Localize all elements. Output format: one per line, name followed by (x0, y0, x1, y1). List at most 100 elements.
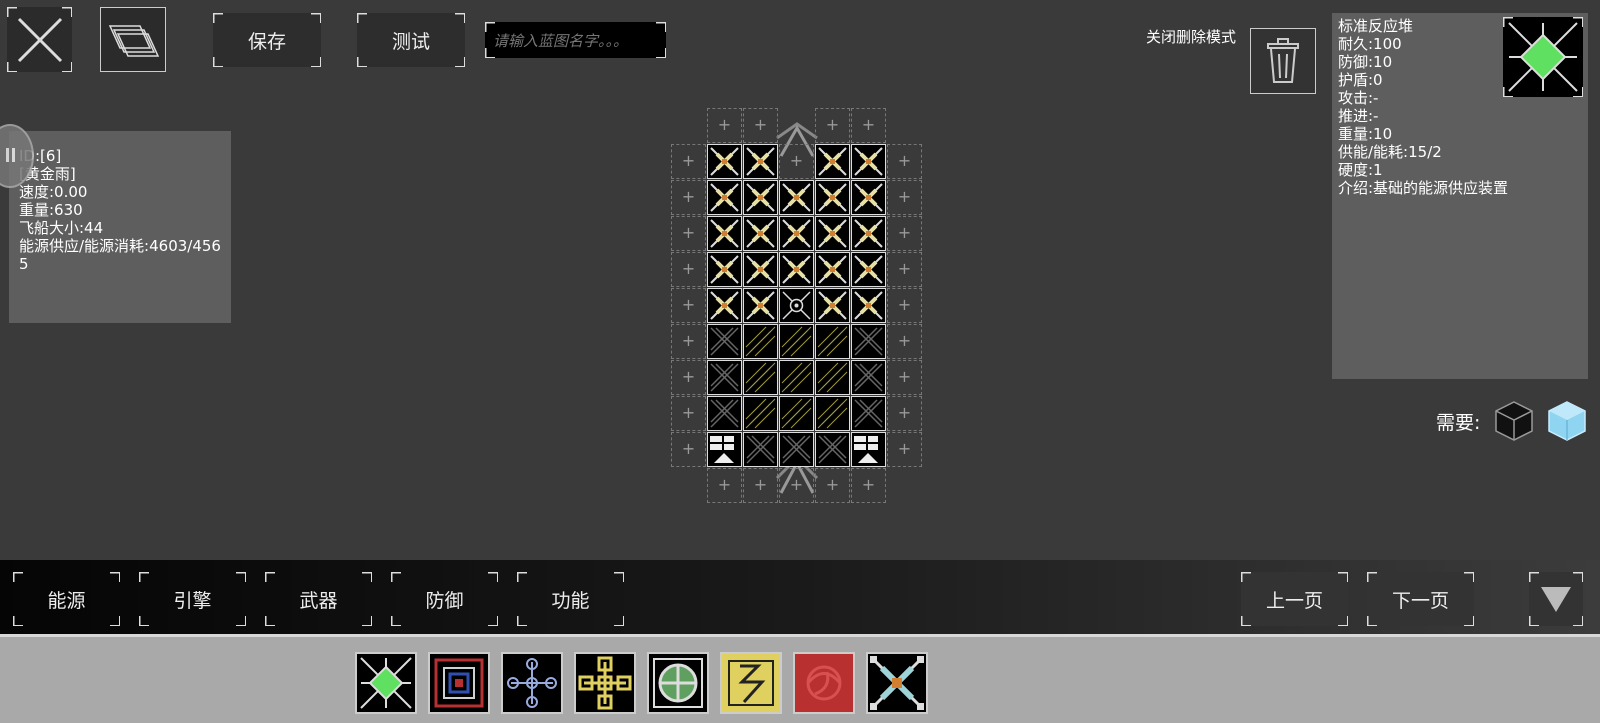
reactor-part[interactable] (815, 144, 850, 179)
empty-slot[interactable] (779, 144, 814, 179)
structure-part[interactable] (707, 396, 742, 431)
empty-slot[interactable] (815, 108, 850, 143)
armor-part[interactable] (815, 324, 850, 359)
save-button[interactable]: 保存 (213, 13, 321, 67)
reactor-part[interactable] (851, 216, 886, 251)
structure-part[interactable] (707, 360, 742, 395)
reactor-part[interactable] (851, 180, 886, 215)
empty-slot[interactable] (887, 144, 922, 179)
empty-slot[interactable] (671, 288, 706, 323)
empty-slot[interactable] (887, 360, 922, 395)
reactor-part[interactable] (743, 252, 778, 287)
engine-part[interactable] (851, 432, 886, 467)
structure-part[interactable] (815, 432, 850, 467)
structure-part[interactable] (707, 324, 742, 359)
reactor-part[interactable] (707, 252, 742, 287)
empty-slot[interactable] (887, 180, 922, 215)
empty-slot[interactable] (707, 468, 742, 503)
category-energy-tab[interactable]: 能源 (13, 572, 120, 626)
empty-slot[interactable] (671, 396, 706, 431)
reactor-part[interactable] (779, 252, 814, 287)
blueprint-name-input[interactable] (491, 27, 663, 55)
empty-slot[interactable] (887, 252, 922, 287)
reactor-part[interactable] (707, 216, 742, 251)
palette-slot[interactable] (647, 652, 709, 714)
reactor-part[interactable] (707, 180, 742, 215)
armor-part[interactable] (779, 324, 814, 359)
ship-info-line: 重量:630 (19, 201, 83, 219)
structure-part[interactable] (851, 324, 886, 359)
reactor-part[interactable] (815, 252, 850, 287)
part-info-line: 重量:10 (1338, 125, 1393, 143)
armor-part[interactable] (743, 360, 778, 395)
reactor-part[interactable] (851, 288, 886, 323)
empty-slot[interactable] (671, 180, 706, 215)
reactor-part[interactable] (779, 180, 814, 215)
empty-slot[interactable] (671, 216, 706, 251)
category-function-tab[interactable]: 功能 (517, 572, 624, 626)
side-handle[interactable] (0, 124, 34, 188)
empty-slot[interactable] (851, 468, 886, 503)
empty-slot[interactable] (815, 468, 850, 503)
empty-slot[interactable] (851, 108, 886, 143)
reactor-part[interactable] (815, 180, 850, 215)
reactor-part[interactable] (743, 180, 778, 215)
armor-part[interactable] (779, 360, 814, 395)
empty-slot[interactable] (887, 288, 922, 323)
requires-label: 需要: (1436, 412, 1481, 434)
empty-slot[interactable] (743, 108, 778, 143)
category-engine-tab[interactable]: 引擎 (139, 572, 246, 626)
empty-slot[interactable] (887, 324, 922, 359)
empty-slot[interactable] (671, 252, 706, 287)
armor-part[interactable] (779, 396, 814, 431)
reactor-part[interactable] (851, 144, 886, 179)
delete-mode-button[interactable] (1250, 28, 1316, 94)
empty-slot[interactable] (707, 108, 742, 143)
palette-slot[interactable] (574, 652, 636, 714)
palette-slot[interactable] (793, 652, 855, 714)
structure-part[interactable] (743, 432, 778, 467)
empty-slot[interactable] (743, 468, 778, 503)
reactor-part[interactable] (707, 288, 742, 323)
reactor-part[interactable] (743, 144, 778, 179)
empty-slot[interactable] (671, 324, 706, 359)
category-weapon-tab[interactable]: 武器 (265, 572, 372, 626)
reactor-part[interactable] (851, 252, 886, 287)
reactor-part[interactable] (707, 144, 742, 179)
delete-mode-label: 关闭删除模式 (1146, 28, 1237, 46)
structure-part[interactable] (851, 396, 886, 431)
palette-slot[interactable] (720, 652, 782, 714)
empty-slot[interactable] (671, 144, 706, 179)
armor-part[interactable] (743, 396, 778, 431)
prev-page-button[interactable]: 上一页 (1241, 572, 1348, 626)
reactor-part[interactable] (815, 288, 850, 323)
engine-part[interactable] (707, 432, 742, 467)
ship-build-grid[interactable] (671, 108, 923, 508)
category-defense-tab[interactable]: 防御 (391, 572, 498, 626)
structure-part[interactable] (851, 360, 886, 395)
test-button[interactable]: 测试 (357, 13, 465, 67)
armor-part[interactable] (815, 360, 850, 395)
empty-slot[interactable] (671, 432, 706, 467)
palette-slot[interactable] (355, 652, 417, 714)
empty-slot[interactable] (779, 468, 814, 503)
close-button[interactable] (7, 7, 72, 72)
palette-slot[interactable] (428, 652, 490, 714)
armor-part[interactable] (815, 396, 850, 431)
collapse-palette-button[interactable] (1529, 572, 1583, 626)
reactor-part[interactable] (743, 288, 778, 323)
reactor-part[interactable] (779, 216, 814, 251)
next-page-button[interactable]: 下一页 (1367, 572, 1474, 626)
empty-slot[interactable] (671, 360, 706, 395)
reactor-part[interactable] (815, 216, 850, 251)
blueprints-button[interactable] (100, 7, 166, 72)
empty-slot[interactable] (887, 396, 922, 431)
armor-part[interactable] (743, 324, 778, 359)
reactor-part[interactable] (743, 216, 778, 251)
cockpit-part[interactable] (779, 288, 814, 323)
empty-slot[interactable] (887, 216, 922, 251)
palette-slot[interactable] (866, 652, 928, 714)
empty-slot[interactable] (887, 432, 922, 467)
palette-slot[interactable] (501, 652, 563, 714)
structure-part[interactable] (779, 432, 814, 467)
